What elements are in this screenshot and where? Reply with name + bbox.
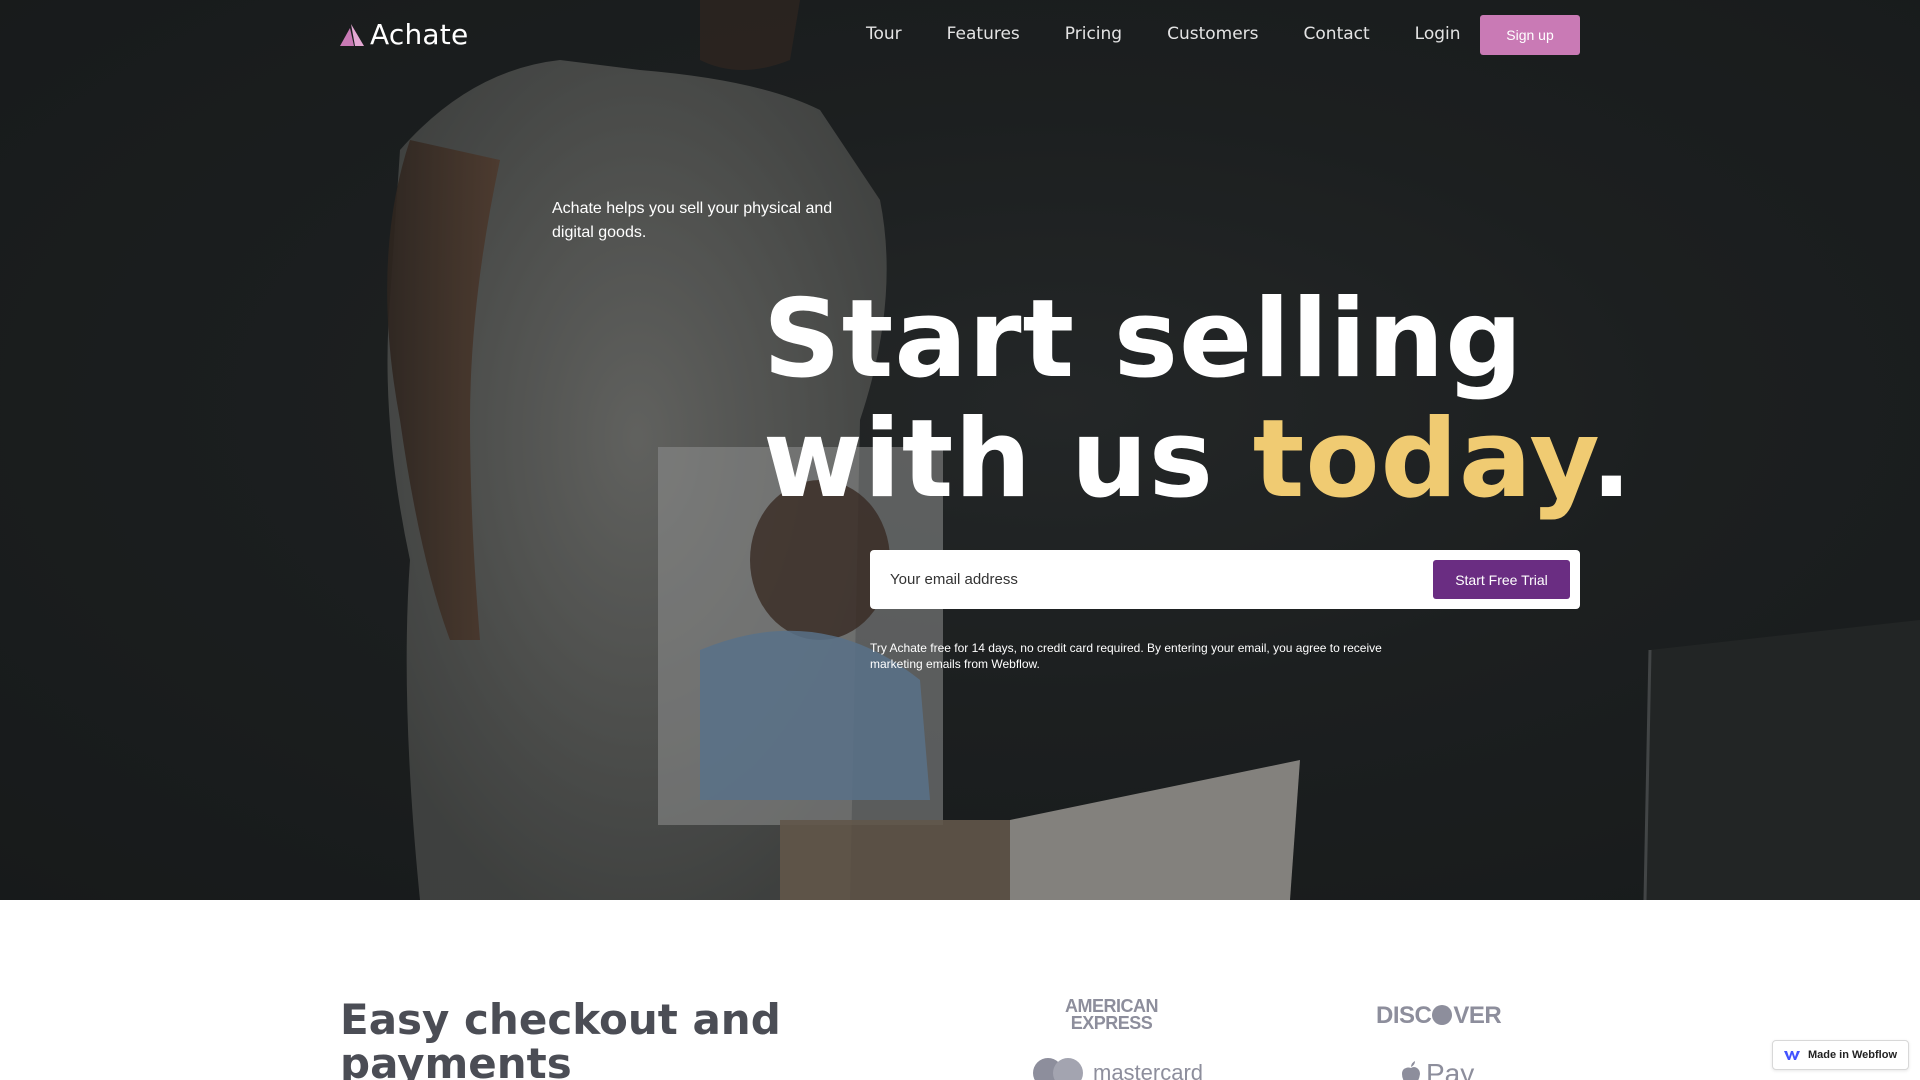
discover-dot bbox=[1432, 1005, 1453, 1025]
email-signup-form: Start Free Trial bbox=[870, 550, 1580, 609]
nav-link-customers[interactable]: Customers bbox=[1167, 24, 1258, 44]
nav-links: Tour Features Pricing Customers Contact … bbox=[866, 24, 1506, 44]
discover-right: VER bbox=[1453, 1002, 1502, 1029]
apple-icon bbox=[1402, 1061, 1420, 1080]
hero-title-period: . bbox=[1590, 397, 1633, 522]
discover-logo: DISC VER bbox=[1376, 1002, 1502, 1030]
top-navigation: Achate Tour Features Pricing Customers C… bbox=[0, 0, 1920, 70]
applepay-logo: Pay bbox=[1400, 1058, 1474, 1080]
hero-section: Achate Tour Features Pricing Customers C… bbox=[0, 0, 1920, 900]
checkout-title: Easy checkout and payments bbox=[340, 995, 781, 1080]
email-input[interactable] bbox=[890, 564, 1390, 594]
mastercard-logo: mastercard bbox=[1033, 1058, 1203, 1080]
webflow-badge-label: Made in Webflow bbox=[1807, 1049, 1898, 1061]
nav-link-tour[interactable]: Tour bbox=[866, 24, 902, 44]
signup-disclaimer: Try Achate free for 14 days, no credit c… bbox=[870, 641, 1382, 671]
nav-link-features[interactable]: Features bbox=[947, 24, 1020, 44]
nav-link-login[interactable]: Login bbox=[1415, 24, 1461, 44]
signup-button[interactable]: Sign up bbox=[1480, 15, 1580, 55]
hero-title-line2-prefix: with us bbox=[763, 397, 1253, 522]
hero-title-accent: today bbox=[1252, 397, 1591, 522]
discover-left: DISC bbox=[1376, 1002, 1432, 1029]
nav-link-contact[interactable]: Contact bbox=[1304, 24, 1370, 44]
start-free-trial-button[interactable]: Start Free Trial bbox=[1433, 560, 1570, 599]
checkout-section: Easy checkout and payments AMERICAN EXPR… bbox=[0, 900, 1920, 1080]
applepay-text: Pay bbox=[1426, 1058, 1475, 1080]
amex-line2: EXPRESS bbox=[1070, 1013, 1153, 1033]
hero-title-line1: Start selling bbox=[763, 277, 1524, 402]
made-in-webflow-badge[interactable]: Made in Webflow bbox=[1772, 1040, 1909, 1070]
amex-logo: AMERICAN EXPRESS bbox=[1065, 997, 1159, 1033]
mastercard-circles-icon bbox=[1033, 1058, 1083, 1080]
webflow-icon bbox=[1783, 1051, 1800, 1060]
mastercard-text: mastercard bbox=[1093, 1060, 1204, 1080]
brand-logo[interactable]: Achate bbox=[340, 18, 468, 51]
hero-subtitle: Achate helps you sell your physical and … bbox=[552, 200, 833, 241]
hero-title: Start selling with us today. bbox=[763, 280, 1633, 520]
achate-logo-icon bbox=[340, 23, 364, 46]
nav-link-pricing[interactable]: Pricing bbox=[1065, 24, 1122, 44]
brand-name: Achate bbox=[370, 18, 469, 51]
